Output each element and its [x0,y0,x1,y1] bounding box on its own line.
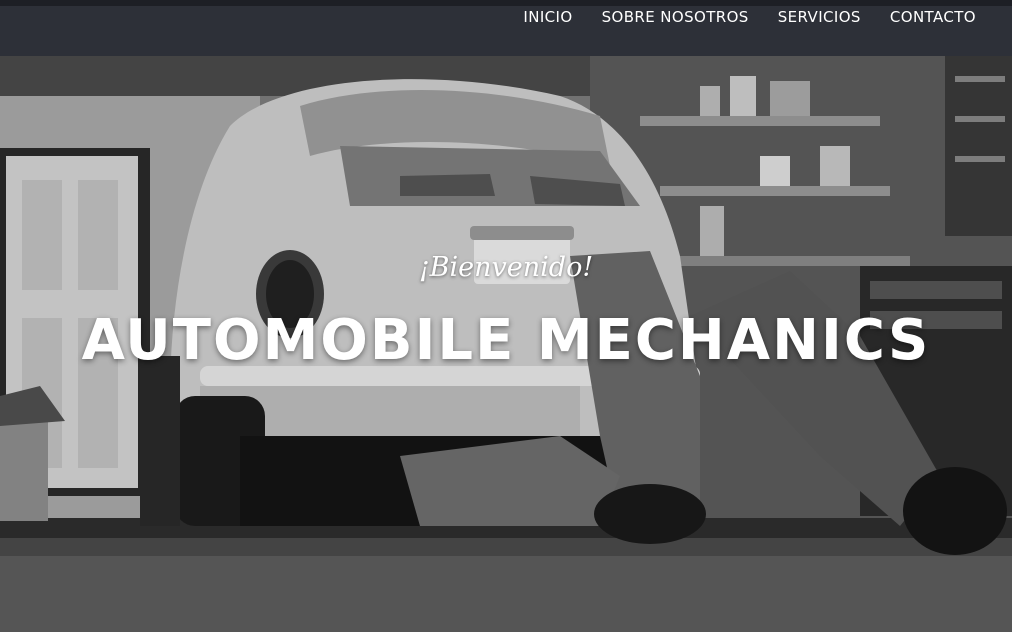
nav-link-sobre-nosotros[interactable]: SOBRE NOSOTROS [602,8,749,26]
hero-headline: AUTOMOBILE MECHANICS [81,308,931,373]
hero-welcome-text: ¡Bienvenido! [418,252,594,283]
top-navbar: INICIO SOBRE NOSOTROS SERVICIOS CONTACTO [0,0,1012,56]
main-nav: INICIO SOBRE NOSOTROS SERVICIOS CONTACTO [523,8,976,26]
hero-section: ¡Bienvenido! AUTOMOBILE MECHANICS [0,56,1012,632]
nav-link-contacto[interactable]: CONTACTO [890,8,976,26]
nav-link-inicio[interactable]: INICIO [523,8,572,26]
nav-link-servicios[interactable]: SERVICIOS [778,8,861,26]
